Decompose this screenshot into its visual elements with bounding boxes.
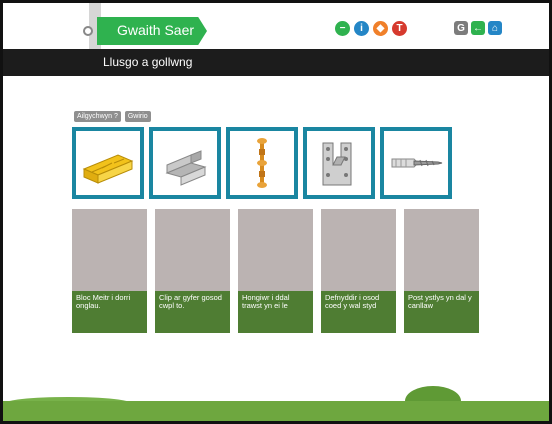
drop-zone[interactable]: Hongiwr i ddal trawst yn ei le — [238, 209, 313, 333]
drop-zone[interactable]: Defnyddir i osod coed y wal styd — [321, 209, 396, 333]
drop-zone-label: Defnyddir i osod coed y wal styd — [325, 293, 380, 310]
drop-zone-label-panel: Defnyddir i osod coed y wal styd — [321, 291, 396, 333]
drop-zone-label: Post ystlys yn dal y canllaw — [408, 293, 472, 310]
check-button[interactable]: Gwirio — [124, 111, 151, 122]
drop-zone-label: Hongiwr i ddal trawst yn ei le — [242, 293, 290, 310]
activity-titlebar: Llusgo a gollwng — [3, 49, 549, 76]
tile-joist-hanger[interactable] — [303, 127, 375, 199]
title-signpost: Gwaith Saer — [83, 3, 213, 51]
drop-target-area[interactable] — [72, 209, 147, 291]
tile-joist-clip[interactable] — [149, 127, 221, 199]
signpost-nub — [83, 26, 93, 36]
header: Gwaith Saer − i ◆ T G ← ⌂ — [3, 3, 549, 51]
drop-zone-label-panel: Post ystlys yn dal y canllaw — [404, 291, 479, 333]
app-frame: Gwaith Saer − i ◆ T G ← ⌂ Llusgo a gollw… — [0, 0, 552, 424]
tile-wall-plug-screw[interactable] — [380, 127, 452, 199]
tile-mitre-box[interactable] — [72, 127, 144, 199]
drop-zone-label-panel: Bloc Meitr i dorri onglau. — [72, 291, 147, 333]
joist-hanger-icon — [322, 142, 352, 186]
diamond-icon[interactable]: ◆ — [373, 21, 388, 36]
drop-zone-label-panel: Hongiwr i ddal trawst yn ei le — [238, 291, 313, 333]
home-icon[interactable]: ⌂ — [488, 21, 502, 35]
app-title: Gwaith Saer — [117, 22, 195, 38]
info-icon[interactable]: i — [354, 21, 369, 36]
action-buttons: Ailgychwyn ? Gwirio — [74, 111, 151, 122]
ground-footer — [3, 401, 549, 421]
drop-target-area[interactable] — [321, 209, 396, 291]
back-icon[interactable]: ← — [471, 21, 485, 35]
minus-icon[interactable]: − — [335, 21, 350, 36]
drop-zone[interactable]: Post ystlys yn dal y canllaw — [404, 209, 479, 333]
draggable-tiles — [72, 127, 452, 199]
spacer-bar-icon — [257, 138, 267, 188]
drop-zone[interactable]: Bloc Meitr i dorri onglau. — [72, 209, 147, 333]
joist-clip-icon — [165, 150, 207, 186]
mitre-box-icon — [82, 154, 134, 184]
wall-plug-screw-icon — [391, 158, 443, 168]
drop-zone-label: Clip ar gyfer gosod cwpl to. — [159, 293, 222, 310]
drop-zone-label-panel: Clip ar gyfer gosod cwpl to. — [155, 291, 230, 333]
reset-button[interactable]: Ailgychwyn ? — [74, 111, 121, 122]
activity-title: Llusgo a gollwng — [103, 55, 193, 69]
tile-spacer-bar[interactable] — [226, 127, 298, 199]
system-icon-group: G ← ⌂ — [454, 21, 502, 35]
drop-zones: Bloc Meitr i dorri onglau. Clip ar gyfer… — [72, 209, 479, 333]
drop-target-area[interactable] — [404, 209, 479, 291]
tool-icon[interactable]: T — [392, 21, 407, 36]
drop-target-area[interactable] — [155, 209, 230, 291]
nav-icon-group: − i ◆ T — [335, 21, 407, 36]
drop-target-area[interactable] — [238, 209, 313, 291]
drop-zone[interactable]: Clip ar gyfer gosod cwpl to. — [155, 209, 230, 333]
g-icon[interactable]: G — [454, 21, 468, 35]
drop-zone-label: Bloc Meitr i dorri onglau. — [76, 293, 131, 310]
